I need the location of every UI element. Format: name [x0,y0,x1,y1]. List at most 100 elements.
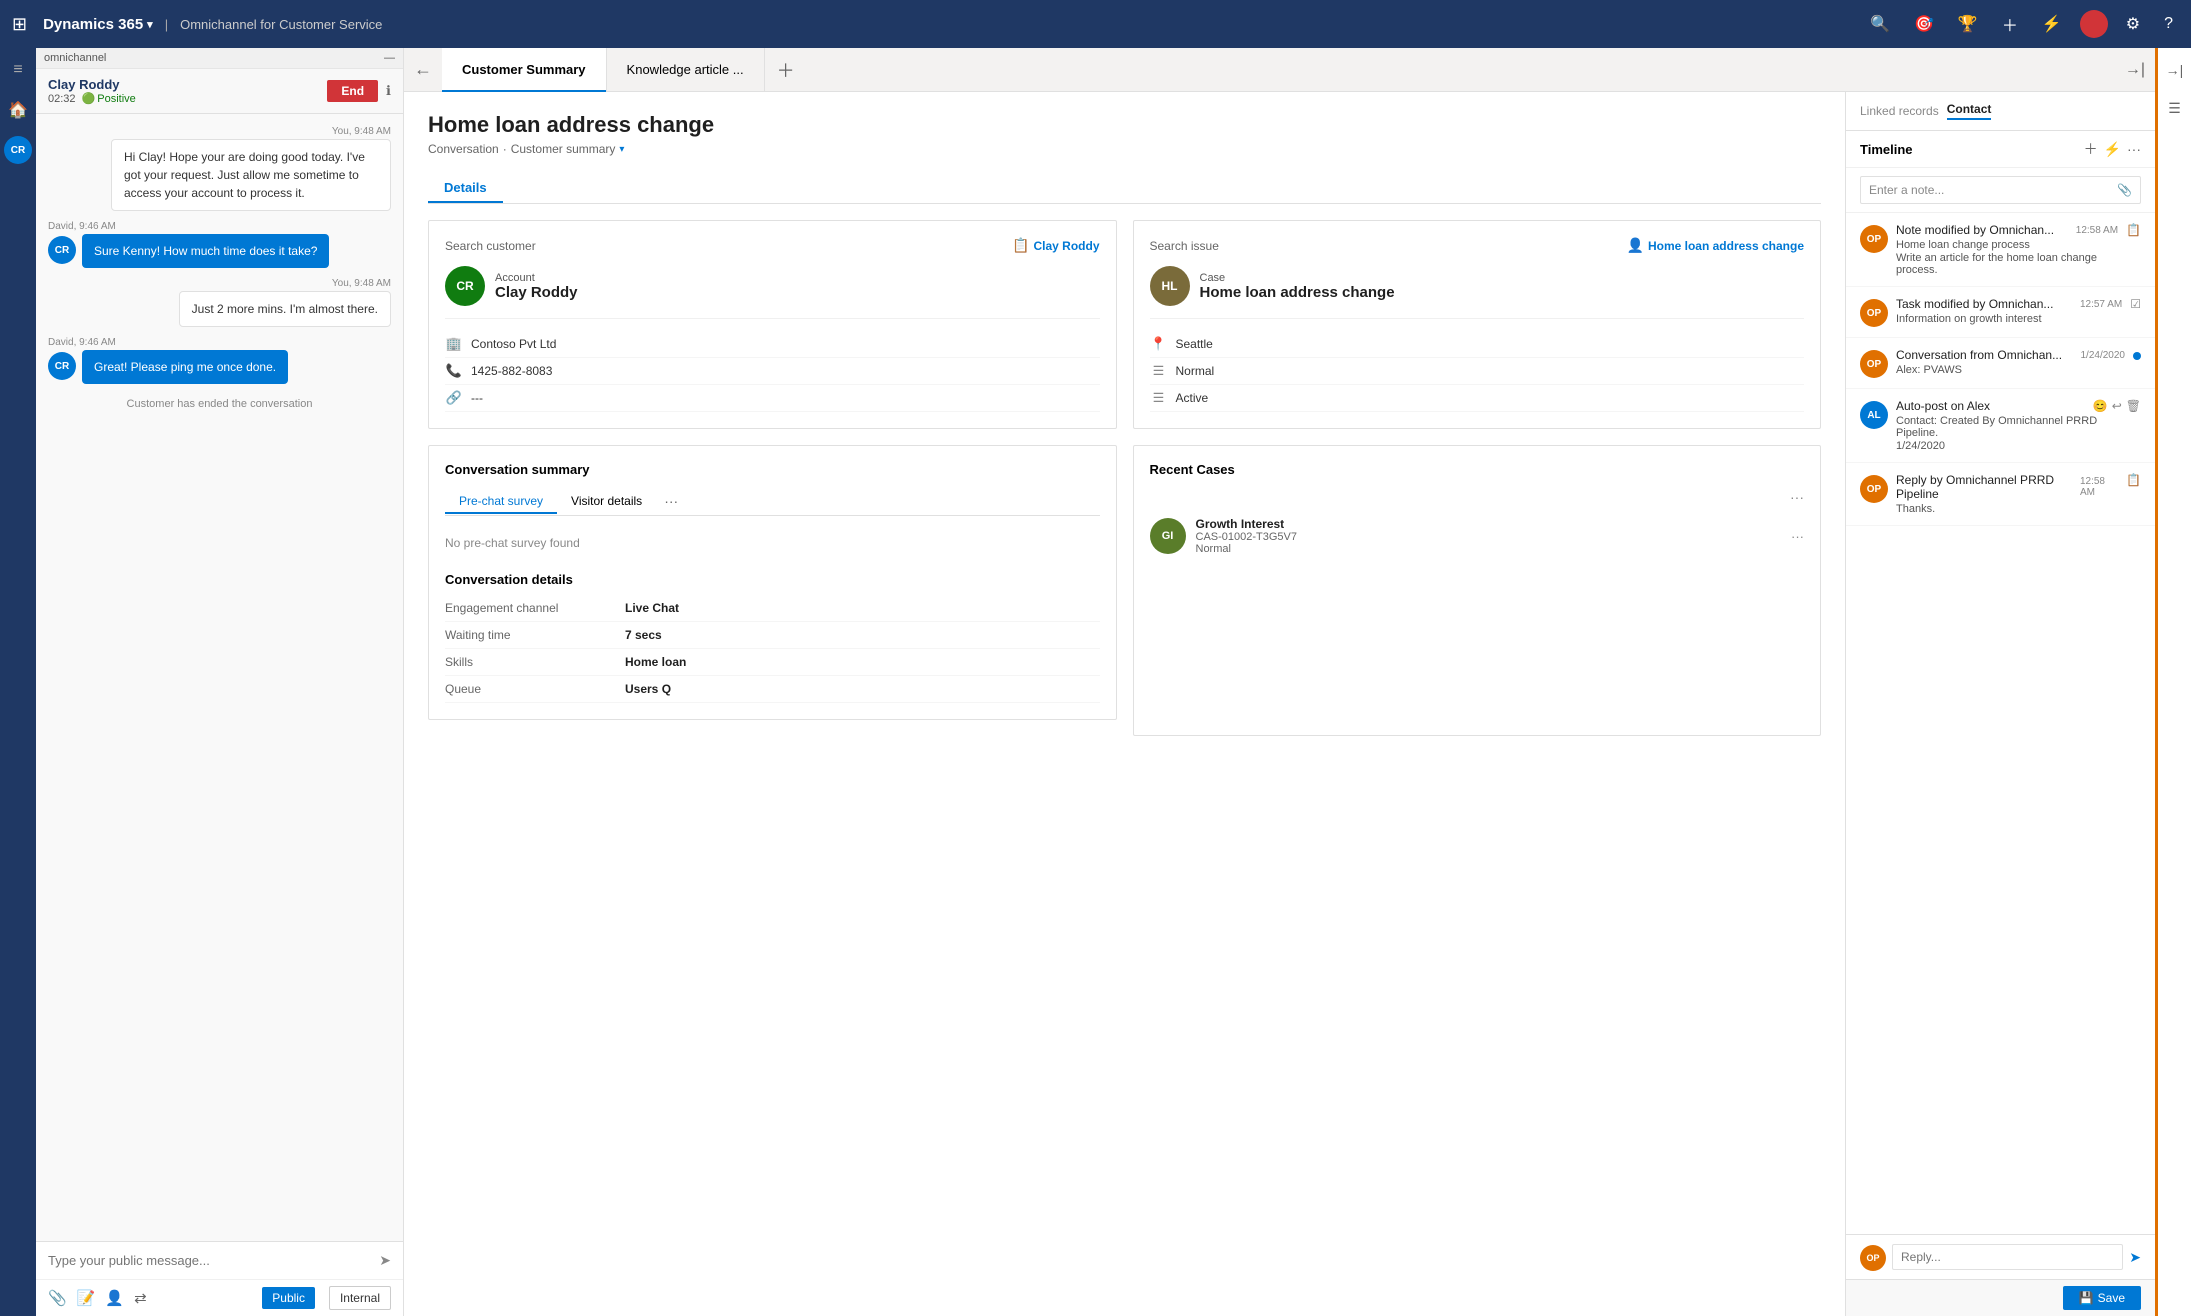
conv-tab-more[interactable]: ··· [656,487,686,515]
msg-time: David, 9:46 AM [48,337,116,348]
tab-customer-summary[interactable]: Customer Summary [442,48,607,92]
settings-icon[interactable]: ⚙ [2126,14,2140,34]
case-info: Growth Interest CAS-01002-T3G5V7 Normal [1196,517,1782,555]
recent-cases-card: Recent Cases ··· GI Growth Interest CAS-… [1133,445,1822,736]
filter-icon[interactable]: ⚡ [2042,14,2062,34]
timeline-more-button[interactable]: ··· [2127,141,2141,157]
case-label: Case [1200,272,1395,284]
case-more-icon[interactable]: ··· [1791,529,1804,544]
location-value: Seattle [1176,337,1213,351]
reply-icon[interactable]: ↩ [2112,399,2122,413]
ti-action-icon[interactable]: 📋 [2126,473,2141,487]
sidebar-chat-avatar[interactable]: CR [4,136,32,164]
ti-action-icon[interactable]: ☑ [2130,297,2141,311]
add-icon[interactable]: ＋ [2002,12,2018,36]
detail-value: Home loan [625,655,686,669]
public-button[interactable]: Public [262,1287,315,1309]
sentiment-badge: 🟢 Positive [82,92,136,105]
side-panel-collapse-icon[interactable]: →| [2161,56,2189,84]
emoji-icon[interactable]: 😊 [2093,399,2108,413]
ti-sub1: Information on growth interest [1896,313,2122,325]
trophy-icon[interactable]: 🏆 [1958,14,1978,34]
tab-contact[interactable]: Contact [1947,102,1992,120]
timeline-filter-button[interactable]: ⚡ [2104,141,2121,158]
location-field-row: 📍 Seattle [1150,331,1805,358]
timeline-title: Timeline [1860,142,1913,157]
detail-value: Live Chat [625,601,679,615]
sidebar-menu-icon[interactable]: ≡ [4,56,32,84]
tabs-row: ← Customer Summary Knowledge article ...… [404,48,2155,92]
notes-icon[interactable]: 📝 [77,1289,96,1307]
chat-collapse-icon[interactable]: — [384,52,395,64]
customer-entity-avatar: CR [445,266,485,306]
message-row: David, 9:46 AM CR Great! Please ping me … [48,337,391,384]
ti-meta: Task modified by Omnichan... 12:57 AM [1896,297,2122,311]
collapse-panel-button[interactable]: →| [2115,61,2155,79]
customer-avatar: CR [48,352,76,380]
customer-name: Clay Roddy [48,77,136,92]
issue-name-link[interactable]: Home loan address change [1648,239,1804,253]
attachment-icon[interactable]: 📎 [48,1289,67,1307]
recent-cases-title: Recent Cases [1150,462,1805,477]
send-icon[interactable]: ➤ [379,1252,391,1269]
chat-messages: You, 9:48 AM Hi Clay! Hope your are doin… [36,114,403,1241]
recent-cases-more-icon[interactable]: ··· [1790,489,1804,505]
tab-details[interactable]: Details [428,172,503,203]
breadcrumb-dropdown-icon[interactable]: ▾ [619,144,624,155]
kb-icon[interactable]: 👤 [105,1289,124,1307]
breadcrumb-conversation[interactable]: Conversation [428,142,499,156]
note-input-placeholder[interactable]: Enter a note... [1869,183,1944,197]
help-icon[interactable]: ? [2164,15,2173,33]
end-button[interactable]: End [327,80,378,102]
detail-row-engagement: Engagement channel Live Chat [445,595,1100,622]
status-field-row: ☰ Active [1150,385,1805,412]
main-layout: ≡ 🏠 CR omnichannel — Clay Roddy 02:32 🟢 … [0,48,2191,1316]
customer-name-link[interactable]: Clay Roddy [1033,239,1099,253]
priority-icon: ☰ [1150,363,1168,379]
transfer-icon[interactable]: ⇄ [134,1289,147,1307]
customer-entity-row: CR Account Clay Roddy [445,266,1100,319]
brand[interactable]: Dynamics 365 ▾ [43,16,153,33]
ti-sub1: Home loan change process [1896,239,2118,251]
tab-pre-chat[interactable]: Pre-chat survey [445,488,557,514]
ti-sub2: 1/24/2020 [1896,440,2141,452]
side-panel-list-icon[interactable]: ☰ [2161,94,2189,122]
note-input-box[interactable]: Enter a note... 📎 [1860,176,2141,204]
linked-records-header: Linked records Contact [1846,92,2155,131]
sidebar-home-icon[interactable]: 🏠 [4,96,32,124]
ti-action-icon[interactable]: 📋 [2126,223,2141,237]
ti-meta: Auto-post on Alex 😊 ↩ 🗑 [1896,399,2141,413]
left-sidebar: ≡ 🏠 CR [0,48,36,1316]
save-label: Save [2098,1291,2125,1305]
info-icon[interactable]: ℹ [386,83,391,99]
target-icon[interactable]: 🎯 [1914,14,1934,34]
waffle-icon[interactable]: ⊞ [12,14,27,35]
internal-button[interactable]: Internal [329,1286,391,1310]
add-tab-button[interactable]: ＋ [765,48,807,92]
tab-linked-records[interactable]: Linked records [1860,104,1939,118]
status-value: Active [1176,391,1209,405]
timeline-add-button[interactable]: ＋ [2084,139,2098,159]
brand-chevron-icon: ▾ [147,18,153,31]
reply-send-button[interactable]: ➤ [2129,1249,2141,1266]
reply-input[interactable] [1892,1244,2123,1270]
breadcrumb-customer-summary[interactable]: Customer summary [511,142,616,156]
ti-time: 12:58 AM [2080,476,2118,498]
chat-header: Clay Roddy 02:32 🟢 Positive End ℹ [36,69,403,114]
tab-visitor-details[interactable]: Visitor details [557,488,656,514]
recent-cases-more: ··· [1150,489,1805,505]
back-icon[interactable]: ← [404,48,442,92]
search-icon[interactable]: 🔍 [1870,14,1890,34]
detail-value: Users Q [625,682,671,696]
case-name[interactable]: Growth Interest [1196,517,1782,531]
case-priority: Normal [1196,543,1782,555]
user-avatar[interactable] [2080,10,2108,38]
save-button[interactable]: 💾 Save [2063,1286,2141,1310]
search-customer-label: Search customer [445,239,536,253]
issue-search-row: Search issue 👤 Home loan address change [1150,237,1805,254]
issue-entity-row: HL Case Home loan address change [1150,266,1805,319]
tab-knowledge-article[interactable]: Knowledge article ... [607,48,765,92]
chat-input[interactable] [48,1253,371,1268]
note-attach-icon[interactable]: 📎 [2117,183,2132,197]
delete-icon[interactable]: 🗑 [2126,399,2141,413]
